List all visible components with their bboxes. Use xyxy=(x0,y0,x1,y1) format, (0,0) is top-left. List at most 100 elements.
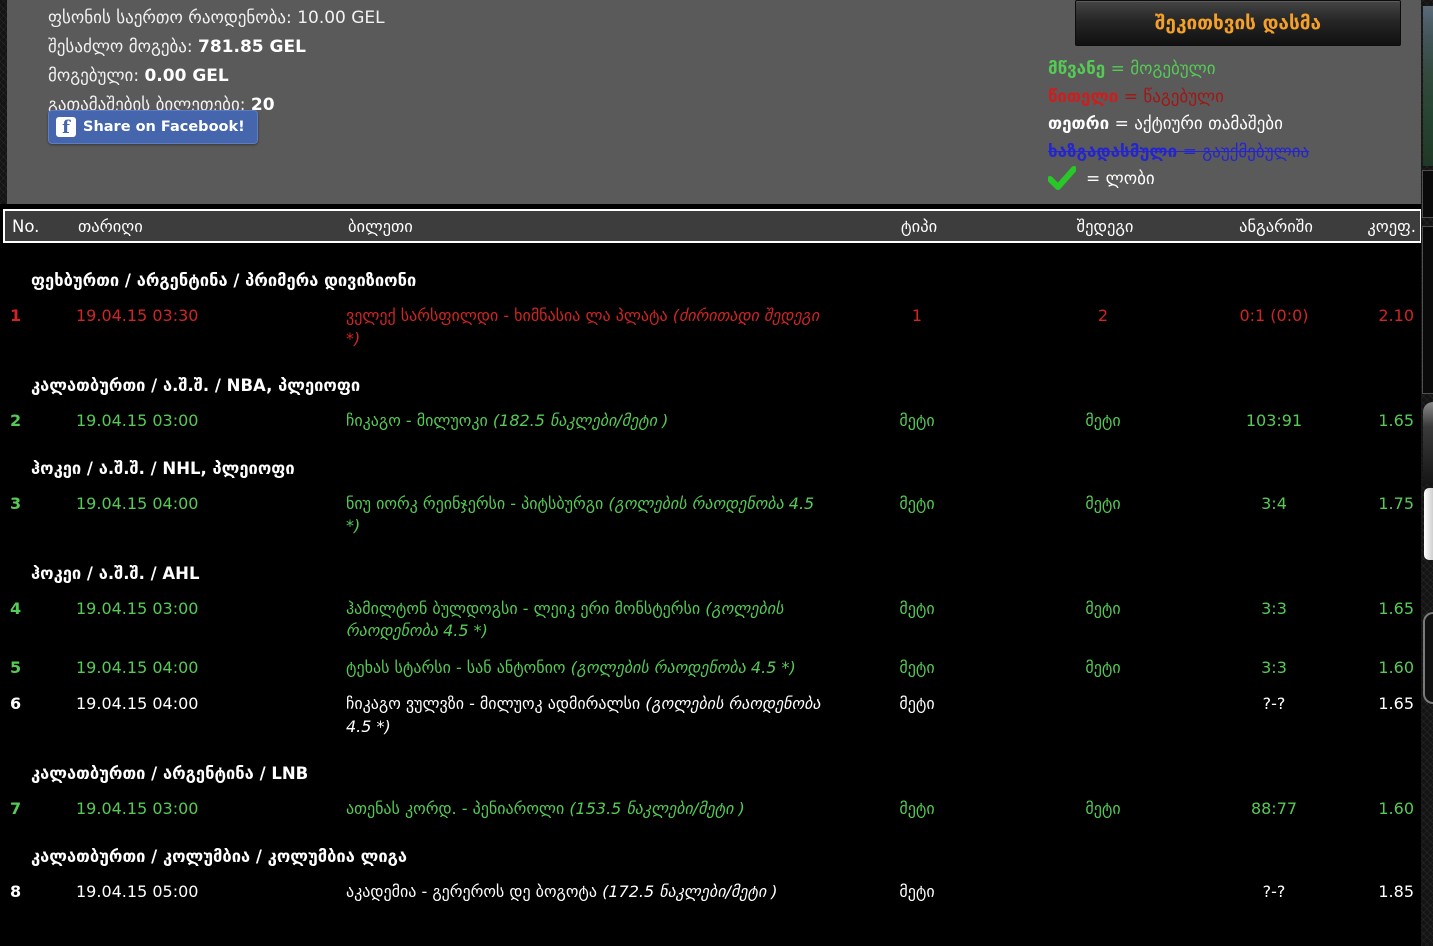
bet-row: 2 19.04.15 03:00 ჩიკაგო - მილუოკი (182.5… xyxy=(3,410,1415,433)
legend-desc: = გაუქმებულია xyxy=(1177,142,1309,162)
cutoff-rounded-button[interactable] xyxy=(1423,402,1433,484)
bet-match: ველექ სარსფილდი - ხიმნასია ლა პლატა xyxy=(346,306,673,325)
bet-date: 19.04.15 03:00 xyxy=(76,410,346,433)
bet-number: 8 xyxy=(10,881,76,904)
bet-date: 19.04.15 03:30 xyxy=(76,305,346,328)
legend-item: მწვანე = მოგებული xyxy=(1048,56,1309,84)
bet-score: 103:91 xyxy=(1218,410,1330,433)
bet-match: ჩიკაგო ვულვზი - მილუოკ ადმირალსი xyxy=(346,694,645,713)
bet-number: 7 xyxy=(10,798,76,821)
bet-row: 5 19.04.15 04:00 ტეხას სტარსი - სან ანტო… xyxy=(3,657,1415,680)
bet-score: 3:3 xyxy=(1218,657,1330,680)
bet-row: 6 19.04.15 04:00 ჩიკაგო ვულვზი - მილუოკ … xyxy=(3,693,1415,738)
bet-date: 19.04.15 04:00 xyxy=(76,693,346,716)
bet-coef: 1.85 xyxy=(1330,881,1414,904)
category-label: კალათბურთი / არგენტინა / LNB xyxy=(3,764,1415,784)
bet-coef: 1.65 xyxy=(1330,598,1414,621)
bet-match: ტეხას სტარსი - სან ანტონიო xyxy=(346,658,571,677)
bet-number: 1 xyxy=(10,305,76,328)
bet-market-note: (172.5 ნაკლები/მეტი ) xyxy=(602,882,777,901)
bet-ticket: ჰამილტონ ბულდოგსი - ლეიკ ერი მონსტერსი (… xyxy=(346,598,846,643)
legend-term: წითელი xyxy=(1048,87,1118,107)
bet-market-note: (182.5 ნაკლები/მეტი ) xyxy=(493,411,668,430)
bet-coef: 1.65 xyxy=(1330,410,1414,433)
legend-term: მწვანე xyxy=(1048,59,1105,79)
scrollbar-thumb[interactable] xyxy=(1424,488,1433,560)
bet-row: 4 19.04.15 03:00 ჰამილტონ ბულდოგსი - ლეი… xyxy=(3,598,1415,643)
category-label: კალათბურთი / კოლუმბია / კოლუმბია ლიგა xyxy=(3,847,1415,867)
bet-match: აკადემია - გერეროს დე ბოგოტა xyxy=(346,882,602,901)
bet-coef: 2.10 xyxy=(1330,305,1414,328)
bet-tip: მეტი xyxy=(846,493,988,516)
col-header-date: თარიღი xyxy=(78,217,348,236)
bet-history-page: ფსონის საერთო რაოდენობა: 10.00 GEL შესაძ… xyxy=(0,0,1433,946)
bet-coef: 1.60 xyxy=(1330,798,1414,821)
bet-match: ნიუ იორკ რეინჯერსი - პიტსბურგი xyxy=(346,494,608,513)
table-header-row: No. თარიღი ბილეთი ტიპი შედეგი ანგარიში კ… xyxy=(3,209,1422,243)
bet-coef: 1.65 xyxy=(1330,693,1414,716)
bet-date: 19.04.15 03:00 xyxy=(76,798,346,821)
bet-score: 88:77 xyxy=(1218,798,1330,821)
bet-tip: მეტი xyxy=(846,693,988,716)
bet-tip: მეტი xyxy=(846,881,988,904)
bet-tip: მეტი xyxy=(846,410,988,433)
bet-score: 0:1 (0:0) xyxy=(1218,305,1330,328)
bet-ticket: აკადემია - გერეროს დე ბოგოტა (172.5 ნაკლ… xyxy=(346,881,846,904)
legend-desc: = ლობი xyxy=(1086,169,1155,189)
bet-score: 3:4 xyxy=(1218,493,1330,516)
bet-match: ჩიკაგო - მილუოკი xyxy=(346,411,493,430)
bet-number: 6 xyxy=(10,693,76,716)
facebook-f-icon: f xyxy=(56,117,76,137)
bet-number: 2 xyxy=(10,410,76,433)
bet-ticket: ნიუ იორკ რეინჯერსი - პიტსბურგი (გოლების … xyxy=(346,493,846,538)
bet-summary: ფსონის საერთო რაოდენობა: 10.00 GEL შესაძ… xyxy=(48,4,385,120)
facebook-share-button[interactable]: f Share on Facebook! xyxy=(48,110,258,144)
category-label: ფეხბურთი / არგენტინა / პრიმერა დივიზიონი xyxy=(3,271,1415,291)
ask-question-label: შეკითხვის დასმა xyxy=(1155,12,1321,34)
bet-date: 19.04.15 04:00 xyxy=(76,657,346,680)
legend: მწვანე = მოგებული წითელი = წაგებული თეთრ… xyxy=(1048,56,1309,194)
bet-row: 8 19.04.15 05:00 აკადემია - გერეროს დე ბ… xyxy=(3,881,1415,904)
ask-question-button[interactable]: შეკითხვის დასმა xyxy=(1075,0,1401,46)
bet-match: ჰამილტონ ბულდოგსი - ლეიკ ერი მონსტერსი xyxy=(346,599,705,618)
cutoff-outline-box xyxy=(1423,612,1433,704)
right-edge-cutoff-column xyxy=(1421,0,1433,946)
bet-result: 2 xyxy=(988,305,1218,328)
background-photo-sliver xyxy=(1423,6,1433,166)
bet-tip: მეტი xyxy=(846,598,988,621)
bet-ticket: ტეხას სტარსი - სან ანტონიო (გოლების რაოდ… xyxy=(346,657,846,680)
bet-row: 7 19.04.15 03:00 ათენას კორდ. - პენიაროლ… xyxy=(3,798,1415,821)
bet-score: 3:3 xyxy=(1218,598,1330,621)
bet-score: ?-? xyxy=(1218,693,1330,716)
col-header-ticket: ბილეთი xyxy=(348,217,848,236)
bet-score: ?-? xyxy=(1218,881,1330,904)
bet-number: 5 xyxy=(10,657,76,680)
col-header-coef: კოეფ. xyxy=(1332,217,1416,236)
legend-item: = ლობი xyxy=(1048,166,1309,194)
summary-total-stake: ფსონის საერთო რაოდენობა: 10.00 GEL xyxy=(48,4,385,33)
bet-coef: 1.60 xyxy=(1330,657,1414,680)
bet-date: 19.04.15 03:00 xyxy=(76,598,346,621)
bet-ticket: ჩიკაგო - მილუოკი (182.5 ნაკლები/მეტი ) xyxy=(346,410,846,433)
bet-result: მეტი xyxy=(988,410,1218,433)
col-header-tip: ტიპი xyxy=(848,217,990,236)
bet-coef: 1.75 xyxy=(1330,493,1414,516)
facebook-share-label: Share on Facebook! xyxy=(83,119,245,135)
legend-term: ხაზგადასმული xyxy=(1048,142,1177,162)
legend-item: წითელი = წაგებული xyxy=(1048,84,1309,112)
bet-result: მეტი xyxy=(988,598,1218,621)
bet-result: მეტი xyxy=(988,798,1218,821)
bet-market-note: (153.5 ნაკლები/მეტი ) xyxy=(569,799,744,818)
bet-ticket: ველექ სარსფილდი - ხიმნასია ლა პლატა (ძირ… xyxy=(346,305,846,350)
bet-ticket: ათენას კორდ. - პენიაროლი (153.5 ნაკლები/… xyxy=(346,798,846,821)
legend-item: თეთრი = აქტიური თამაშები xyxy=(1048,111,1309,139)
bet-match: ათენას კორდ. - პენიაროლი xyxy=(346,799,569,818)
legend-term: თეთრი xyxy=(1048,114,1109,134)
summary-panel: ფსონის საერთო რაოდენობა: 10.00 GEL შესაძ… xyxy=(7,0,1421,204)
category-label: კალათბურთი / ა.შ.შ. / NBA, პლეიოფი xyxy=(3,376,1415,396)
bets-table: No. თარიღი ბილეთი ტიპი შედეგი ანგარიში კ… xyxy=(0,204,1421,946)
bet-number: 3 xyxy=(10,493,76,516)
summary-possible-win: შესაძლო მოგება: 781.85 GEL xyxy=(48,33,385,62)
legend-item: ხაზგადასმული = გაუქმებულია xyxy=(1048,139,1309,167)
bet-tip: 1 xyxy=(846,305,988,328)
